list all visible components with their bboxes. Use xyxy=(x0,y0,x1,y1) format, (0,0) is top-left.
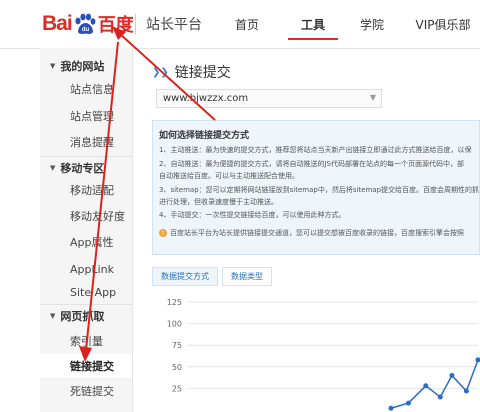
baidu-logo[interactable]: Bai du 百度 xyxy=(42,11,134,37)
data-point[interactable] xyxy=(463,388,469,394)
tab-data-type[interactable]: 数据类型 xyxy=(222,267,272,286)
sidebar-item-dead-link[interactable]: 死链提交 xyxy=(40,379,132,403)
chevron-down-icon: ▼ xyxy=(369,93,376,102)
sidebar-item-app-attr[interactable]: App属性 xyxy=(40,230,132,254)
logo-text-du: 百度 xyxy=(97,15,134,35)
sidebar-divider xyxy=(40,156,132,157)
submission-method-info: 如何选择链接提交方式 1、主动推送：最为快速的提交方式，推荐您将站点当天新产出链… xyxy=(152,120,480,255)
sidebar-item-mobile-adapt[interactable]: 移动适配 xyxy=(40,178,132,202)
y-tick-label: 100 xyxy=(167,320,182,329)
data-point[interactable] xyxy=(475,357,480,363)
section-title: 移动专区 xyxy=(60,162,105,175)
sidebar-item-link-submit[interactable]: 链接提交 xyxy=(40,354,132,378)
caret-down-icon: ▼ xyxy=(50,164,56,172)
info-line: 2、自动推送：最为便捷的提交方式，请将自动推送的JS代码部署在站点的每一个页面源… xyxy=(159,160,464,168)
info-heading: 如何选择链接提交方式 xyxy=(159,131,250,141)
section-title: 我的网站 xyxy=(60,60,105,73)
sidebar-item-site-manage[interactable]: 站点管理 xyxy=(40,104,132,128)
site-select-value: www.bjwzzx.com xyxy=(163,93,249,104)
logo-text-bai: Bai xyxy=(42,12,73,35)
sidebar: ▼ 我的网站 站点信息 站点管理 消息提醒 ▼ 移动专区 移动适配 移动友好度 … xyxy=(40,48,133,412)
info-line: 1、主动推送：最为快速的提交方式，推荐您将站点当天新产出链接立即通过此方式推送给… xyxy=(159,146,472,154)
caret-down-icon: ▼ xyxy=(50,312,56,320)
data-point[interactable] xyxy=(405,400,411,406)
section-title: 网页抓取 xyxy=(60,310,105,323)
caret-down-icon: ▼ xyxy=(50,62,56,70)
site-title: 站长平台 xyxy=(146,17,202,33)
info-line: 3、sitemap：您可以定期将网站链接放到sitemap中，然后将sitema… xyxy=(159,186,480,194)
sidebar-divider xyxy=(40,304,132,305)
page-title: ❯❯ 链接提交 xyxy=(152,62,231,82)
svg-text:du: du xyxy=(82,27,90,33)
y-tick-label: 50 xyxy=(172,363,182,372)
data-point[interactable] xyxy=(437,394,443,400)
sidebar-section-my-site[interactable]: ▼ 我的网站 xyxy=(50,58,104,74)
info-line: 进行处理，但收录速度慢于主动推送。 xyxy=(159,198,278,206)
info-line: 自动推送给百度。可以与主动推送配合使用。 xyxy=(159,172,299,180)
link-submit-chart: 125 100 75 50 25 xyxy=(167,298,480,411)
tab-submission-method[interactable]: 数据提交方式 xyxy=(152,267,218,286)
sidebar-section-crawl[interactable]: ▼ 网页抓取 xyxy=(50,308,104,324)
y-tick-label: 75 xyxy=(172,341,182,350)
sidebar-item-site-info[interactable]: 站点信息 xyxy=(40,77,132,101)
sidebar-item-index-count[interactable]: 索引量 xyxy=(40,329,132,353)
y-tick-label: 125 xyxy=(167,298,182,307)
nav-academy[interactable]: 学院 xyxy=(352,0,392,48)
info-line: 4、手动提交：一次性提交链接给百度，可以使用此种方式。 xyxy=(159,211,346,219)
sidebar-item-message-alert[interactable]: 消息提醒 xyxy=(40,130,132,154)
sidebar-item-mobile-friendly[interactable]: 移动友好度 xyxy=(40,204,132,228)
baidu-paw-icon: du xyxy=(75,13,96,34)
data-point[interactable] xyxy=(423,383,429,389)
double-chevron-icon: ❯❯ xyxy=(152,66,169,78)
sidebar-item-site-app[interactable]: Site App xyxy=(40,280,132,304)
info-icon: ! xyxy=(159,229,167,237)
site-select-dropdown[interactable]: www.bjwzzx.com ▼ xyxy=(156,89,382,108)
chart-tabs: 数据提交方式 数据类型 xyxy=(152,267,276,286)
notice-text: 百度站长平台为站长提供链接提交通道，您可以提交想被百度收录的链接，百度搜索引擎会… xyxy=(170,229,464,237)
top-header: Bai du 百度 站长平台 首页 工具 学院 VIP俱乐部 xyxy=(0,0,480,49)
data-point[interactable] xyxy=(388,405,394,411)
sidebar-item-applink[interactable]: AppLink xyxy=(40,257,132,281)
nav-home[interactable]: 首页 xyxy=(222,0,272,48)
sidebar-section-mobile[interactable]: ▼ 移动专区 xyxy=(50,160,104,176)
nav-vip-club[interactable]: VIP俱乐部 xyxy=(408,0,478,48)
page-title-text: 链接提交 xyxy=(174,65,231,81)
y-tick-label: 25 xyxy=(172,384,182,393)
nav-tools[interactable]: 工具 xyxy=(288,0,338,48)
header-divider xyxy=(135,14,136,34)
data-point[interactable] xyxy=(449,372,455,378)
info-notice: ! 百度站长平台为站长提供链接提交通道，您可以提交想被百度收录的链接，百度搜索引… xyxy=(159,228,464,238)
